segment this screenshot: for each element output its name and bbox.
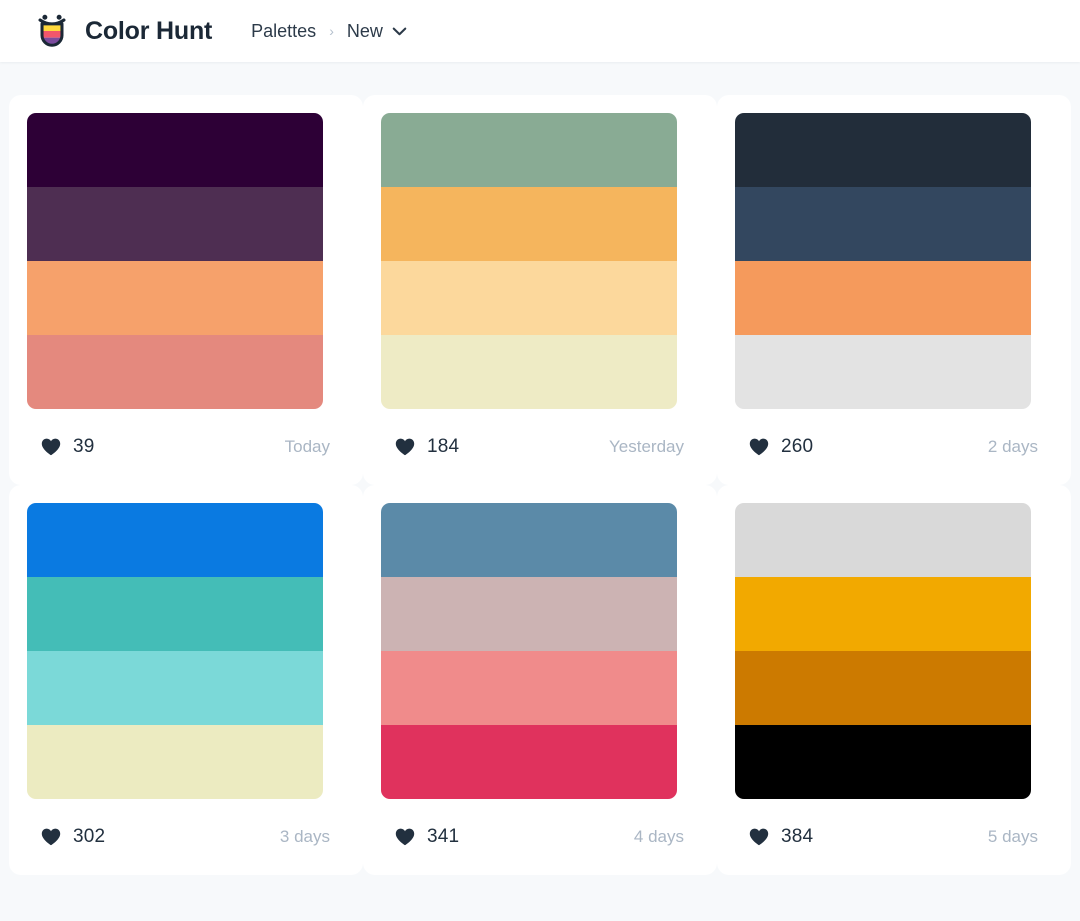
heart-icon [749,828,769,846]
like-count: 384 [781,826,814,847]
heart-icon [395,438,415,456]
color-band[interactable] [735,187,1031,261]
palette-date: Yesterday [609,437,684,456]
color-band[interactable] [27,187,323,261]
page-title: Color Hunt [85,16,213,45]
palette-swatch[interactable] [27,503,323,799]
color-band[interactable] [27,725,323,799]
palette-card[interactable]: 260 2 days [717,95,1071,485]
chevron-down-icon [392,27,407,36]
color-band[interactable] [27,261,323,335]
color-band[interactable] [735,725,1031,799]
heart-icon [395,828,415,846]
brand-link[interactable]: Color Hunt [33,12,212,50]
color-band[interactable] [735,335,1031,409]
color-band[interactable] [381,335,677,409]
like-count: 302 [73,826,106,847]
color-band[interactable] [27,503,323,577]
like-count: 184 [427,436,460,457]
palette-swatch[interactable] [27,113,323,409]
color-band[interactable] [381,503,677,577]
palette-card[interactable]: 341 4 days [363,485,717,875]
color-band[interactable] [381,261,677,335]
palette-card[interactable]: 302 3 days [9,485,363,875]
heart-icon [749,438,769,456]
palette-card-footer: 384 5 days [735,799,1053,875]
palette-card-footer: 184 Yesterday [381,409,699,485]
palette-date: Today [284,437,330,456]
color-band[interactable] [735,261,1031,335]
breadcrumb-item-palettes[interactable]: Palettes [251,21,316,42]
palette-swatch[interactable] [381,113,677,409]
palette-card-footer: 341 4 days [381,799,699,875]
palette-board: 39 Today 184 Yesterday 260 2 days 302 3 days 341… [0,62,1080,921]
palette-swatch[interactable] [381,503,677,799]
palette-date: 2 days [987,437,1038,456]
breadcrumb-dropdown-new[interactable]: New [347,21,407,42]
color-band[interactable] [27,335,323,409]
palette-card-footer: 260 2 days [735,409,1053,485]
color-band[interactable] [381,577,677,651]
heart-icon [41,828,61,846]
palette-card-footer: 39 Today [27,409,345,485]
color-band[interactable] [27,651,323,725]
color-band[interactable] [27,577,323,651]
palette-card[interactable]: 384 5 days [717,485,1071,875]
color-band[interactable] [381,651,677,725]
like-button[interactable]: 341 [383,817,479,857]
like-button[interactable]: 302 [29,817,125,857]
app-header: Color Hunt Palettes › New [0,0,1080,62]
like-button[interactable]: 260 [737,427,833,467]
breadcrumb: Palettes › New [251,21,407,42]
palette-swatch[interactable] [735,113,1031,409]
color-band[interactable] [735,113,1031,187]
like-count: 39 [73,436,95,457]
palette-card[interactable]: 184 Yesterday [363,95,717,485]
like-button[interactable]: 39 [29,427,115,467]
like-count: 341 [427,826,460,847]
palette-swatch[interactable] [735,503,1031,799]
color-band[interactable] [381,725,677,799]
color-band[interactable] [735,503,1031,577]
palette-card-footer: 302 3 days [27,799,345,875]
like-count: 260 [781,436,814,457]
palette-date: 4 days [633,827,684,846]
palette-date: 5 days [987,827,1038,846]
color-band[interactable] [735,577,1031,651]
breadcrumb-item-new-label: New [346,20,383,41]
like-button[interactable]: 384 [737,817,833,857]
like-button[interactable]: 184 [383,427,479,467]
palette-date: 3 days [279,827,330,846]
palette-card[interactable]: 39 Today [9,95,363,485]
color-band[interactable] [381,113,677,187]
color-band[interactable] [735,651,1031,725]
breadcrumb-separator-icon: › [329,23,334,39]
palette-grid: 39 Today 184 Yesterday 260 2 days 302 3 days 341… [0,95,1080,875]
color-band[interactable] [381,187,677,261]
colorhunt-shield-smile-logo-icon [33,12,71,50]
color-band[interactable] [27,113,323,187]
heart-icon [41,438,61,456]
